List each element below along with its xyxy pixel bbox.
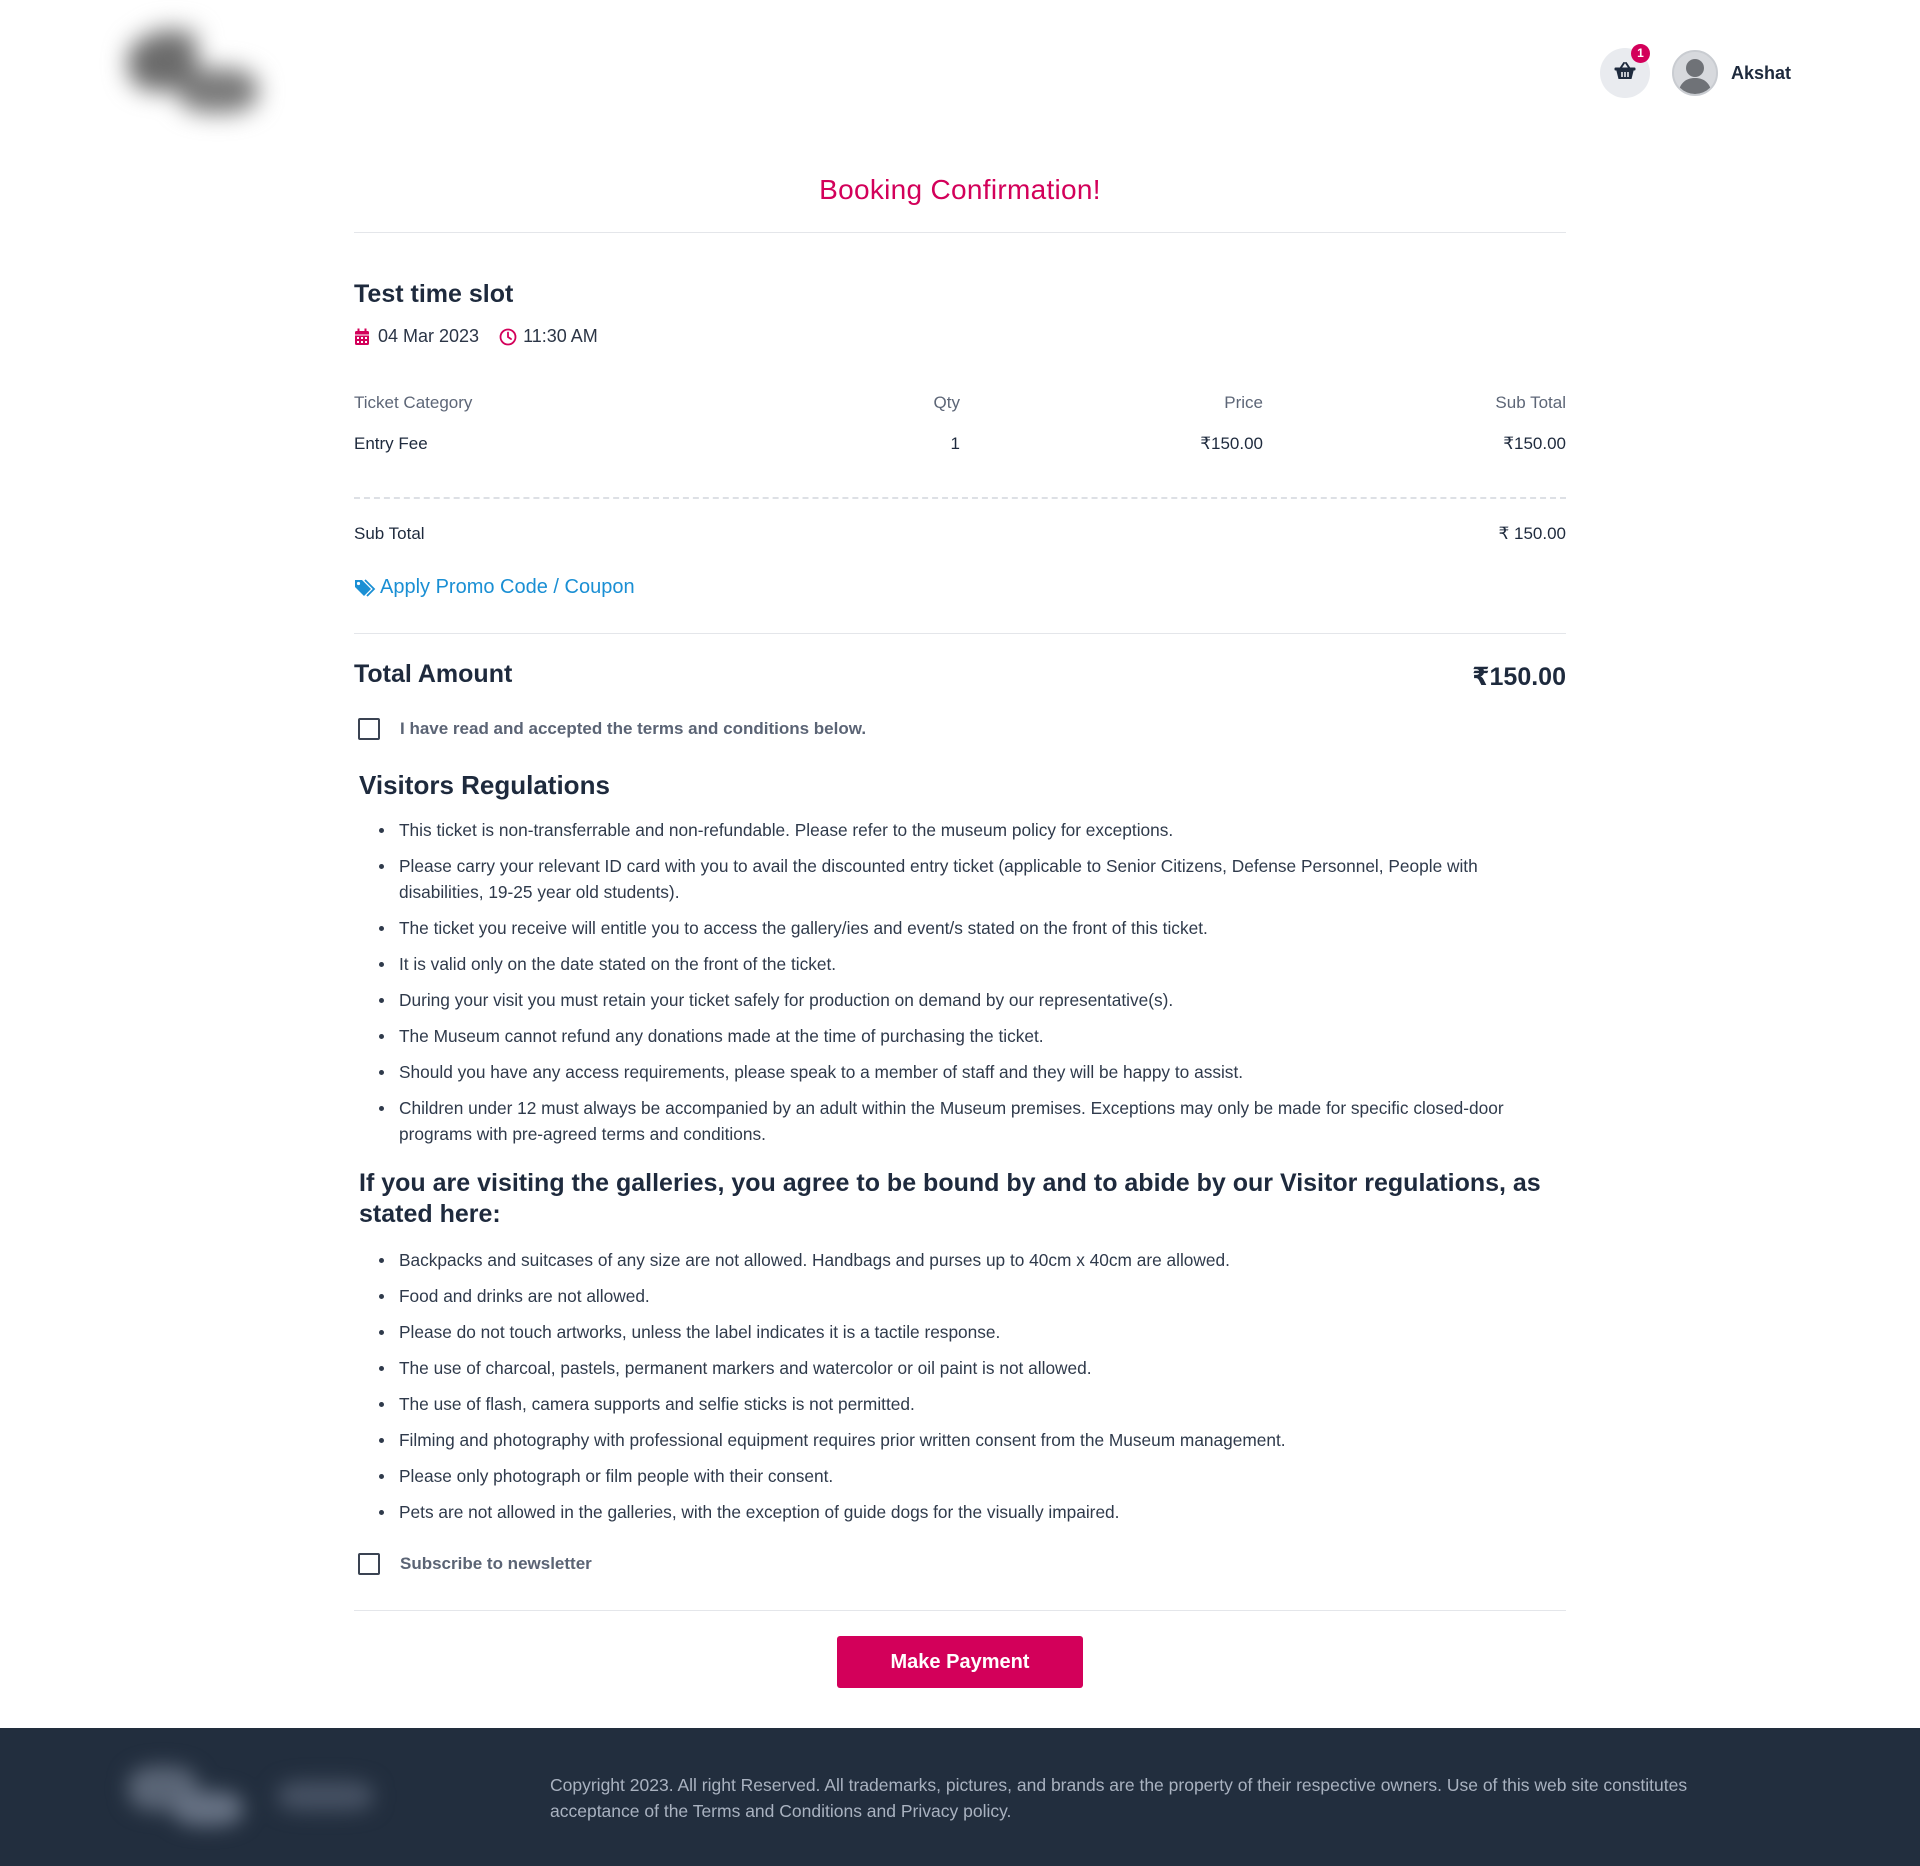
- visitor-regulations-list: This ticket is non-transferrable and non…: [379, 817, 1566, 1157]
- footer-logo[interactable]: [118, 1756, 388, 1836]
- list-item: Filming and photography with professiona…: [379, 1427, 1566, 1453]
- event-datetime: 04 Mar 2023 11:30 AM: [354, 326, 598, 347]
- list-item: Food and drinks are not allowed.: [379, 1283, 1566, 1309]
- terms-checkbox[interactable]: [358, 718, 380, 740]
- clock-icon: [499, 328, 517, 346]
- copyright-text: Copyright 2023. All right Reserved. All …: [550, 1775, 1688, 1821]
- make-payment-button[interactable]: Make Payment: [837, 1636, 1083, 1688]
- list-item: Should you have any access requirements,…: [379, 1059, 1566, 1085]
- username-label[interactable]: Akshat: [1731, 63, 1791, 84]
- list-item: The use of charcoal, pastels, permanent …: [379, 1355, 1566, 1381]
- ticket-price: ₹150.00: [1200, 434, 1263, 453]
- gallery-rules-heading: If you are visiting the galleries, you a…: [359, 1169, 1541, 1228]
- user-avatar-icon[interactable]: [1672, 50, 1718, 96]
- promo-label: Apply Promo Code / Coupon: [380, 576, 635, 598]
- ticket-category: Entry Fee: [354, 434, 428, 453]
- list-item: This ticket is non-transferrable and non…: [379, 817, 1566, 843]
- gallery-rules-list: Backpacks and suitcases of any size are …: [379, 1247, 1566, 1535]
- list-item: Backpacks and suitcases of any size are …: [379, 1247, 1566, 1273]
- tag-icon: [354, 578, 376, 598]
- list-item: The use of flash, camera supports and se…: [379, 1391, 1566, 1417]
- list-item: During your visit you must retain your t…: [379, 987, 1566, 1013]
- total-value: ₹150.00: [1472, 663, 1566, 691]
- event-date: 04 Mar 2023: [378, 326, 480, 346]
- list-item: Please do not touch artworks, unless the…: [379, 1319, 1566, 1345]
- apply-promo-link[interactable]: Apply Promo Code / Coupon: [354, 576, 635, 599]
- list-item: The Museum cannot refund any donations m…: [379, 1023, 1566, 1049]
- divider: [354, 1610, 1566, 1611]
- total-label: Total Amount: [354, 660, 513, 688]
- newsletter-checkbox-label[interactable]: Subscribe to newsletter: [400, 1554, 592, 1574]
- event-time: 11:30 AM: [523, 326, 598, 346]
- page-title: Booking Confirmation!: [819, 174, 1101, 205]
- list-item: It is valid only on the date stated on t…: [379, 951, 1566, 977]
- ticket-qty: 1: [950, 434, 960, 453]
- list-item: Pets are not allowed in the galleries, w…: [379, 1499, 1566, 1525]
- list-item: Please carry your relevant ID card with …: [379, 853, 1566, 905]
- list-item: The ticket you receive will entitle you …: [379, 915, 1566, 941]
- divider: [354, 232, 1566, 233]
- list-item: Please only photograph or film people wi…: [379, 1463, 1566, 1489]
- event-title: Test time slot: [354, 280, 514, 308]
- site-footer: Copyright 2023. All right Reserved. All …: [0, 1728, 1920, 1866]
- cart-count-badge: 1: [1631, 44, 1650, 63]
- newsletter-checkbox[interactable]: [358, 1553, 380, 1575]
- header-price: Price: [1224, 393, 1263, 412]
- header-ticket-category: Ticket Category: [354, 393, 473, 412]
- terms-checkbox-row[interactable]: I have read and accepted the terms and c…: [358, 718, 866, 740]
- subtotal-label: Sub Total: [354, 524, 425, 543]
- basket-icon: [1613, 61, 1637, 86]
- site-header: 1 Akshat: [0, 0, 1920, 150]
- dashed-divider: [354, 497, 1566, 499]
- subtotal-row: Sub Total ₹ 150.00: [354, 524, 1566, 544]
- visitor-regulations-heading: Visitors Regulations: [359, 770, 610, 800]
- newsletter-checkbox-row[interactable]: Subscribe to newsletter: [358, 1553, 592, 1575]
- list-item: Children under 12 must always be accompa…: [379, 1095, 1566, 1147]
- header-sub-total: Sub Total: [1495, 393, 1566, 412]
- divider: [354, 633, 1566, 634]
- site-logo[interactable]: [118, 18, 293, 133]
- header-qty: Qty: [933, 393, 960, 412]
- calendar-icon: [354, 328, 372, 346]
- subtotal-value: ₹ 150.00: [1498, 524, 1566, 543]
- terms-checkbox-label[interactable]: I have read and accepted the terms and c…: [400, 719, 866, 739]
- ticket-subtotal: ₹150.00: [1503, 434, 1566, 453]
